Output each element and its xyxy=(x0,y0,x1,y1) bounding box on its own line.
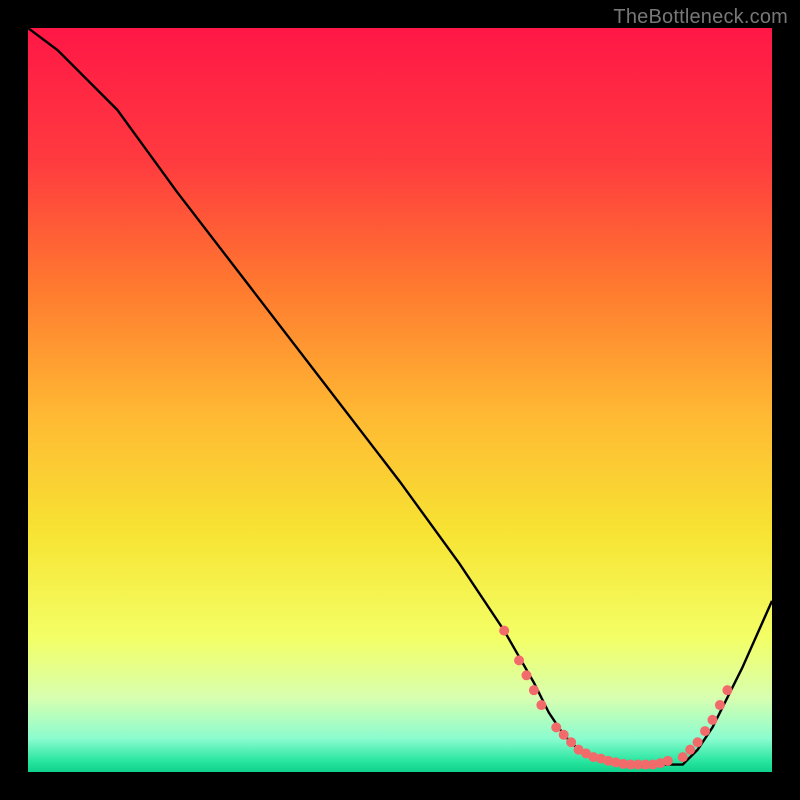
attribution-label: TheBottleneck.com xyxy=(613,6,788,29)
highlight-dot xyxy=(707,715,717,725)
highlight-dot xyxy=(685,745,695,755)
highlight-dot xyxy=(536,700,546,710)
highlight-dot xyxy=(663,756,673,766)
plot-area xyxy=(28,28,772,772)
highlight-dot xyxy=(499,626,509,636)
highlight-dot xyxy=(521,670,531,680)
highlight-dot xyxy=(529,685,539,695)
highlight-dot xyxy=(551,722,561,732)
chart-svg xyxy=(28,28,772,772)
highlight-dot xyxy=(559,730,569,740)
highlight-dot xyxy=(566,737,576,747)
highlight-dot xyxy=(693,737,703,747)
highlight-dot xyxy=(700,726,710,736)
chart-frame: TheBottleneck.com xyxy=(0,0,800,800)
highlight-dot xyxy=(514,655,524,665)
highlight-dot xyxy=(715,700,725,710)
highlight-dot xyxy=(722,685,732,695)
highlight-dot xyxy=(678,752,688,762)
